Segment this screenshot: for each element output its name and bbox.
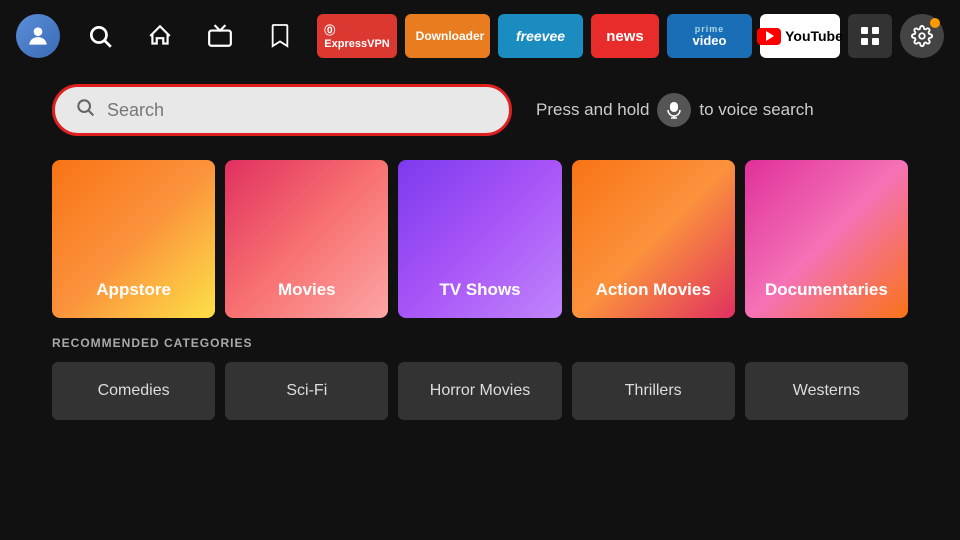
live-tv-icon[interactable]	[200, 16, 240, 56]
search-box[interactable]: Search	[52, 84, 512, 136]
category-appstore-label: Appstore	[96, 280, 171, 300]
category-movies-label: Movies	[278, 280, 336, 300]
grid-icon[interactable]	[848, 14, 892, 58]
home-icon[interactable]	[140, 16, 180, 56]
downloader-badge[interactable]: Downloader	[405, 14, 490, 58]
expressvpn-badge[interactable]: ⓪ ExpressVPN	[317, 14, 397, 58]
category-tvshows[interactable]: TV Shows	[398, 160, 561, 318]
recommended-grid: Comedies Sci-Fi Horror Movies Thrillers …	[52, 362, 908, 420]
rec-horror-movies[interactable]: Horror Movies	[398, 362, 561, 420]
bookmark-icon[interactable]	[260, 16, 300, 56]
search-nav-icon[interactable]	[80, 16, 120, 56]
category-appstore[interactable]: Appstore	[52, 160, 215, 318]
rec-scifi-label: Sci-Fi	[286, 382, 327, 400]
rec-scifi[interactable]: Sci-Fi	[225, 362, 388, 420]
freevee-badge[interactable]: freevee	[498, 14, 583, 58]
category-movies[interactable]: Movies	[225, 160, 388, 318]
news-badge[interactable]: news	[591, 14, 659, 58]
nav-apps-bar: ⓪ ExpressVPN Downloader freevee news pri…	[317, 14, 944, 58]
rec-comedies-label: Comedies	[98, 382, 170, 400]
category-action-label: Action Movies	[596, 280, 711, 300]
search-row: Search Press and hold to voice search	[0, 76, 960, 144]
rec-thrillers[interactable]: Thrillers	[572, 362, 735, 420]
recommended-title: RECOMMENDED CATEGORIES	[52, 336, 908, 350]
microphone-icon[interactable]	[657, 93, 691, 127]
category-tvshows-label: TV Shows	[439, 280, 520, 300]
search-placeholder-text: Search	[107, 100, 164, 121]
search-box-icon	[75, 97, 95, 123]
rec-thrillers-label: Thrillers	[625, 382, 682, 400]
voice-hint-suffix: to voice search	[699, 100, 813, 120]
voice-hint-prefix: Press and hold	[536, 100, 649, 120]
rec-comedies[interactable]: Comedies	[52, 362, 215, 420]
user-avatar[interactable]	[16, 14, 60, 58]
category-documentaries-label: Documentaries	[765, 280, 888, 300]
recommended-section: RECOMMENDED CATEGORIES Comedies Sci-Fi H…	[0, 318, 960, 420]
settings-icon[interactable]	[900, 14, 944, 58]
prime-video-badge[interactable]: prime video	[667, 14, 752, 58]
rec-westerns-label: Westerns	[793, 382, 860, 400]
top-navigation: ⓪ ExpressVPN Downloader freevee news pri…	[0, 0, 960, 72]
rec-westerns[interactable]: Westerns	[745, 362, 908, 420]
category-action-movies[interactable]: Action Movies	[572, 160, 735, 318]
settings-notification-dot	[930, 18, 940, 28]
nav-left-icons	[16, 14, 300, 58]
youtube-badge[interactable]: YouTube	[760, 14, 840, 58]
category-grid: Appstore Movies TV Shows Action Movies D…	[0, 144, 960, 318]
rec-horror-label: Horror Movies	[430, 382, 530, 400]
voice-search-hint: Press and hold to voice search	[536, 93, 814, 127]
category-documentaries[interactable]: Documentaries	[745, 160, 908, 318]
